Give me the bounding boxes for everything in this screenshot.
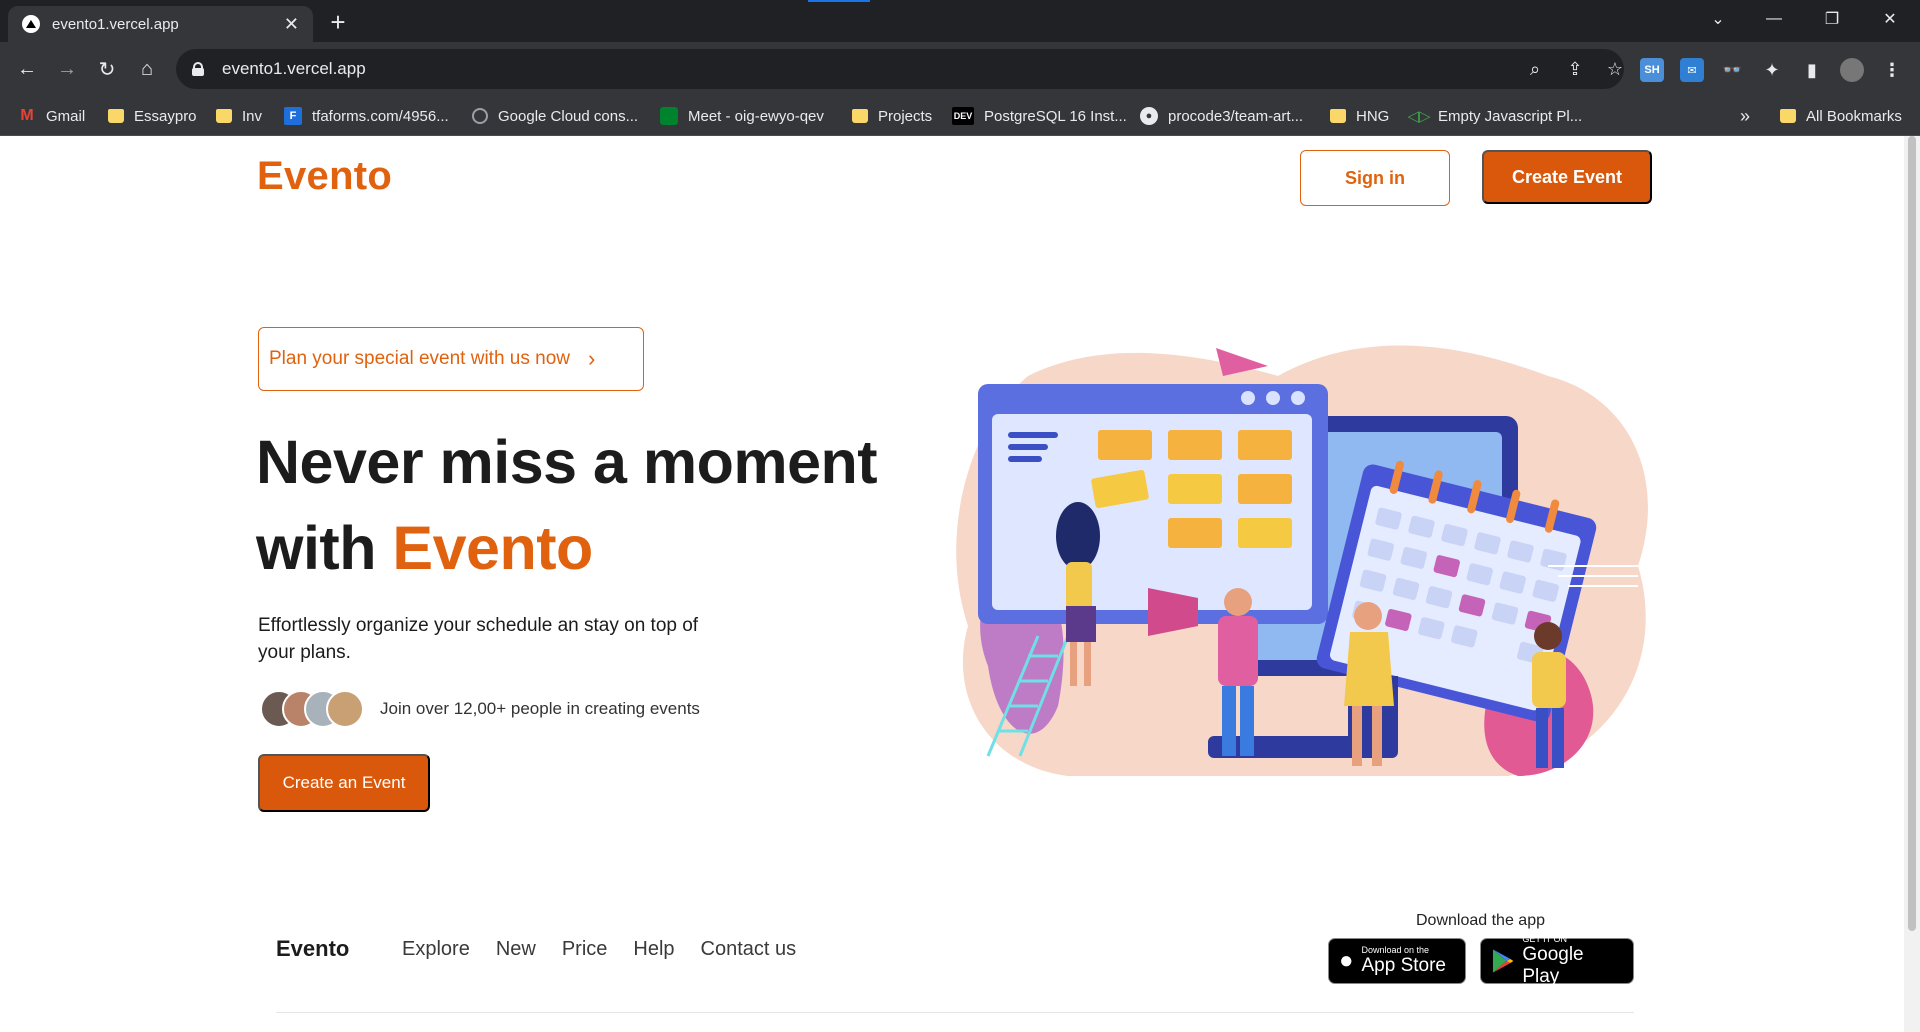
footer-link-explore[interactable]: Explore (402, 938, 470, 961)
window-dot (1291, 391, 1305, 405)
gmail-icon: M (20, 107, 34, 124)
tab-indicator (808, 0, 870, 2)
window-dot (1266, 391, 1280, 405)
avatar-group (260, 690, 364, 728)
extension-sh-icon[interactable]: SH (1640, 58, 1664, 82)
hero-illustration (956, 345, 1648, 776)
browser-toolbar: ← → ↻ ⌂ evento1.vercel.app ⌕ ⇪ ☆ (0, 42, 1920, 96)
extension-mail-icon[interactable]: ✉ (1680, 58, 1704, 82)
profile-avatar[interactable] (1840, 58, 1864, 82)
side-panel-icon[interactable]: ▮ (1800, 58, 1824, 82)
zoom-icon[interactable]: ⌕ (1522, 56, 1548, 82)
browser-tabstrip: evento1.vercel.app ✕ + ⌄ — ❐ ✕ (0, 0, 1920, 42)
bookmark-empty-javascript[interactable]: ◁▷ Empty Javascript Pl... (1407, 96, 1582, 136)
footer-link-contact[interactable]: Contact us (701, 938, 797, 961)
bookmark-tfaforms[interactable]: Ftfaforms.com/4956... (284, 96, 449, 136)
download-app-label: Download the app (1416, 912, 1545, 929)
hero-title-line2: with Evento (256, 514, 593, 582)
page-viewport: Evento Sign in Create Event Plan your sp… (0, 136, 1904, 1032)
browser-tab[interactable]: evento1.vercel.app ✕ (8, 6, 313, 42)
footer-link-price[interactable]: Price (562, 938, 608, 961)
site-logo[interactable]: Evento (257, 154, 392, 199)
github-icon: ● (1140, 107, 1158, 125)
reload-icon[interactable]: ↻ (90, 52, 124, 86)
join-text: Join over 12,00+ people in creating even… (380, 699, 700, 718)
home-icon[interactable]: ⌂ (130, 52, 164, 86)
all-bookmarks[interactable]: All Bookmarks (1780, 96, 1902, 136)
close-tab-icon[interactable]: ✕ (284, 14, 299, 35)
dev-icon: DEV (952, 107, 974, 125)
bookmark-star-icon[interactable]: ☆ (1602, 56, 1628, 82)
chevron-right-icon: › (588, 346, 596, 371)
footer-link-help[interactable]: Help (633, 938, 674, 961)
plan-event-pill-label: Plan your special event with us now (269, 348, 570, 369)
folder-icon (852, 109, 868, 123)
bookmark-google-cloud[interactable]: Google Cloud cons... (472, 96, 638, 136)
footer-logo[interactable]: Evento (276, 936, 349, 962)
bookmarks-bar: M Gmail Essaypro Inv Ftfaforms.com/4956..… (0, 96, 1920, 136)
google-play-badge[interactable]: GET IT ON Google Play (1480, 934, 1634, 987)
lock-icon (192, 62, 204, 76)
page-scrollbar[interactable] (1904, 136, 1920, 1032)
restore-button[interactable]: ❐ (1806, 0, 1858, 38)
folder-icon (1780, 109, 1796, 123)
avatar (326, 690, 364, 728)
apple-icon: ● (1339, 947, 1354, 974)
bookmark-meet[interactable]: Meet - oig-ewyo-qev (660, 96, 824, 136)
scrollbar-thumb[interactable] (1908, 136, 1916, 931)
address-bar[interactable]: evento1.vercel.app ⌕ ⇪ ☆ (176, 49, 1624, 89)
extensions-puzzle-icon[interactable]: ✦ (1760, 58, 1784, 82)
tab-search-icon[interactable]: ⌄ (1692, 0, 1744, 38)
formassembly-icon: F (284, 107, 302, 125)
bookmark-gmail[interactable]: M Gmail (18, 96, 85, 136)
tab-title: evento1.vercel.app (52, 15, 179, 33)
bookmark-essaypro[interactable]: Essaypro (108, 96, 197, 136)
google-play-icon (1492, 949, 1514, 973)
create-event-button[interactable]: Create Event (1482, 150, 1652, 204)
bookmark-postgresql[interactable]: DEV PostgreSQL 16 Inst... (952, 96, 1127, 136)
bookmark-projects[interactable]: Projects (852, 96, 932, 136)
code-icon: ◁▷ (1407, 108, 1431, 125)
menu-kebab-icon[interactable]: ⋮ (1880, 58, 1904, 82)
monitor-base (1208, 736, 1398, 758)
hero-title: Never miss a moment with Evento (256, 419, 878, 591)
close-window-button[interactable]: ✕ (1864, 0, 1916, 38)
extension-glasses-icon[interactable]: 👓 (1720, 58, 1744, 82)
google-meet-icon (660, 107, 678, 125)
folder-icon (108, 109, 124, 123)
bookmarks-overflow-icon[interactable]: » (1740, 96, 1750, 136)
signin-button[interactable]: Sign in (1300, 150, 1450, 206)
folder-icon (1330, 109, 1346, 123)
minimize-button[interactable]: — (1748, 0, 1800, 38)
plan-event-pill[interactable]: Plan your special event with us now › (258, 327, 644, 391)
folder-icon (216, 109, 232, 123)
footer-link-new[interactable]: New (496, 938, 536, 961)
window-dot (1241, 391, 1255, 405)
url-text: evento1.vercel.app (222, 59, 366, 78)
footer-nav: Explore New Price Help Contact us (402, 938, 796, 961)
bookmark-github[interactable]: ● procode3/team-art... (1140, 96, 1303, 136)
vercel-icon (22, 15, 40, 33)
app-store-badge[interactable]: ● Download on the App Store (1328, 938, 1466, 984)
new-tab-button[interactable]: + (322, 6, 354, 38)
hero-title-line1: Never miss a moment (256, 428, 878, 496)
forward-icon[interactable]: → (50, 52, 84, 86)
bookmark-hng[interactable]: HNG (1330, 96, 1389, 136)
hero-title-accent: Evento (392, 514, 593, 582)
bookmark-inv[interactable]: Inv (216, 96, 262, 136)
google-cloud-icon (472, 108, 488, 124)
share-icon[interactable]: ⇪ (1562, 56, 1588, 82)
hero-subtitle: Effortlessly organize your schedule an s… (258, 615, 699, 663)
back-icon[interactable]: ← (10, 52, 44, 86)
footer-divider (276, 1012, 1634, 1013)
create-an-event-button[interactable]: Create an Event (258, 754, 430, 812)
